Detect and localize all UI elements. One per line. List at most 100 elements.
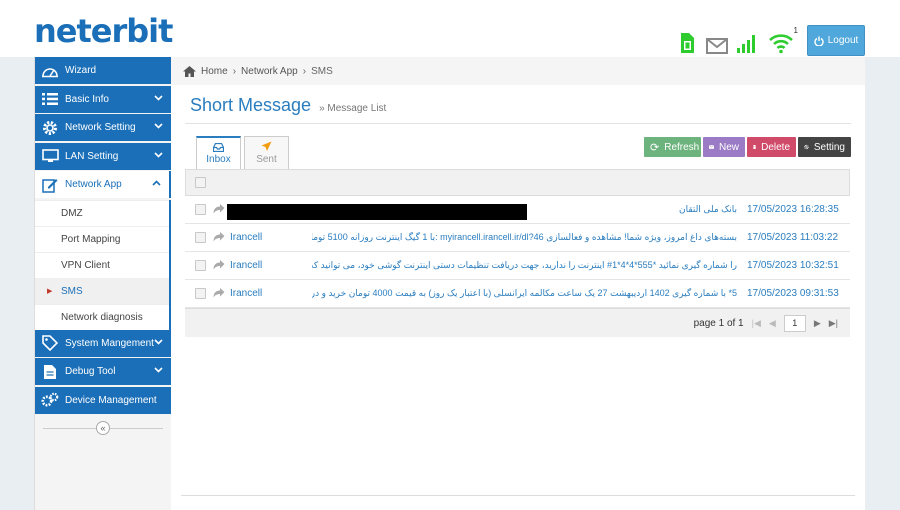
gear-icon — [41, 119, 59, 137]
mail-icon[interactable] — [706, 30, 728, 54]
tab-inbox[interactable]: Inbox — [196, 136, 241, 170]
row-checkbox[interactable] — [195, 260, 206, 271]
tab-sent[interactable]: Sent — [244, 136, 289, 169]
wifi-icon[interactable]: 1 — [766, 26, 798, 54]
row-checkbox[interactable] — [195, 232, 206, 243]
forward-icon[interactable] — [213, 260, 225, 270]
submenu-item-network-diagnosis[interactable]: Network diagnosis — [35, 303, 169, 330]
pagination-bar: page 1 of 1 |◀ ◀ 1 ▶ ▶| — [185, 308, 850, 337]
delete-button[interactable]: Delete — [747, 137, 796, 157]
breadcrumb-current: SMS — [311, 65, 333, 77]
row-checkbox[interactable] — [195, 204, 206, 215]
list-icon — [41, 90, 59, 108]
sidebar-item-label: Network App — [65, 179, 122, 190]
wizard-icon — [41, 62, 59, 80]
table-row[interactable]: Irancell بسته‌های داغ امروز، ویژه شما! م… — [185, 224, 850, 252]
monitor-icon — [41, 147, 59, 165]
table-row[interactable]: Irancell 5* با شماره گیری 1402 اردیبهشت … — [185, 280, 850, 308]
chevron-down-icon — [154, 150, 163, 161]
sidebar-item-network-setting[interactable]: Network Setting — [35, 114, 171, 141]
action-toolbar: ⟳ Refresh New Delete Setting — [644, 137, 851, 157]
header-divider — [185, 123, 851, 124]
submenu-item-label: SMS — [61, 285, 83, 297]
new-button[interactable]: New — [703, 137, 745, 157]
message-content: را شماره گیری نمائید *555*4*4*1# اینترنت… — [312, 260, 737, 270]
select-all-checkbox[interactable] — [195, 177, 206, 188]
message-sender: Irancell — [230, 288, 263, 299]
message-tabs: Inbox Sent — [196, 136, 289, 170]
forward-icon[interactable] — [213, 232, 225, 242]
breadcrumb-separator: › — [302, 65, 307, 77]
home-icon[interactable] — [183, 65, 196, 77]
submenu-item-dmz[interactable]: DMZ — [35, 199, 169, 226]
logout-button[interactable]: Logout — [807, 25, 865, 56]
submenu-item-label: VPN Client — [61, 259, 110, 271]
message-sender: Irancell — [230, 260, 263, 271]
message-date: 17/05/2023 11:03:22 — [747, 232, 839, 243]
inbox-icon — [213, 143, 224, 152]
sidebar-item-network-app[interactable]: Network App — [35, 171, 171, 198]
tab-label: Inbox — [206, 154, 231, 165]
tag-icon — [41, 334, 59, 352]
message-content: بانک ملی التقان — [679, 204, 737, 214]
active-marker-icon: ▶ — [47, 288, 53, 295]
sidebar-item-label: System Mangement — [65, 337, 154, 349]
forward-icon[interactable] — [213, 288, 225, 298]
last-page-icon[interactable]: ▶| — [829, 318, 838, 329]
sidebar-item-label: LAN Setting — [65, 150, 119, 162]
table-row[interactable]: بانک ملی التقان 17/05/2023 16:28:35 — [185, 196, 850, 224]
sidebar-item-debug-tool[interactable]: Debug Tool — [35, 358, 171, 385]
signal-strength-icon — [736, 30, 758, 54]
row-checkbox[interactable] — [195, 288, 206, 299]
chevron-down-icon — [154, 337, 163, 348]
prev-page-icon[interactable]: ◀ — [769, 318, 776, 329]
delete-label: Delete — [761, 141, 790, 153]
refresh-label: Refresh — [664, 141, 700, 153]
status-icons: 1 — [676, 26, 798, 54]
message-date: 17/05/2023 10:32:51 — [747, 260, 839, 271]
network-app-submenu: DMZ Port Mapping VPN Client ▶ SMS Networ… — [35, 199, 178, 330]
page-subtitle: » Message List — [319, 103, 387, 114]
message-table: بانک ملی التقان 17/05/2023 16:28:35 Iran… — [185, 169, 850, 337]
edit-icon — [41, 176, 59, 194]
forward-icon[interactable] — [213, 204, 225, 214]
sidebar-item-wizard[interactable]: Wizard — [35, 57, 171, 84]
trash-icon — [753, 145, 757, 149]
neterbit-logo: neterbit — [34, 12, 173, 50]
submenu-item-sms[interactable]: ▶ SMS — [35, 277, 178, 304]
sidebar-item-basic-info[interactable]: Basic Info — [35, 85, 171, 113]
logout-label: Logout — [827, 35, 859, 46]
sidebar: Wizard Basic Info Network Setting LAN Se… — [34, 57, 178, 510]
collapse-sidebar-button[interactable]: « — [96, 421, 110, 435]
page-header: Short Message » Message List — [190, 95, 386, 116]
new-label: New — [718, 141, 739, 153]
next-page-icon[interactable]: ▶ — [814, 318, 821, 329]
table-row[interactable]: Irancell را شماره گیری نمائید *555*4*4*1… — [185, 252, 850, 280]
page-number-input[interactable]: 1 — [783, 314, 806, 332]
breadcrumb-home[interactable]: Home — [201, 66, 228, 77]
setting-label: Setting — [813, 141, 845, 153]
submenu-item-port-mapping[interactable]: Port Mapping — [35, 225, 169, 252]
submenu-item-label: DMZ — [61, 207, 83, 219]
sidebar-item-device-management[interactable]: Device Management — [35, 386, 171, 414]
first-page-icon[interactable]: |◀ — [752, 318, 761, 329]
document-icon — [41, 363, 59, 381]
breadcrumb: Home › Network App › SMS — [171, 57, 865, 85]
gears-icon — [41, 391, 59, 409]
refresh-button[interactable]: ⟳ Refresh — [644, 137, 701, 157]
sidebar-item-label: Device Management — [65, 394, 157, 406]
chevron-up-icon — [152, 178, 161, 189]
setting-button[interactable]: Setting — [798, 137, 851, 157]
send-icon — [261, 141, 272, 151]
chevron-down-icon — [154, 365, 163, 376]
sidebar-item-label: Debug Tool — [65, 366, 116, 377]
breadcrumb-network-app[interactable]: Network App — [241, 66, 298, 77]
sim-card-icon[interactable] — [676, 30, 698, 54]
sidebar-item-label: Wizard — [65, 65, 97, 76]
wifi-client-count: 1 — [793, 26, 798, 35]
main-content: Home › Network App › SMS Short Message »… — [171, 57, 865, 510]
envelope-icon — [709, 145, 714, 149]
sidebar-item-lan-setting[interactable]: LAN Setting — [35, 142, 171, 170]
sidebar-item-system-mangement[interactable]: System Mangement — [35, 329, 171, 357]
submenu-item-vpn-client[interactable]: VPN Client — [35, 251, 169, 278]
